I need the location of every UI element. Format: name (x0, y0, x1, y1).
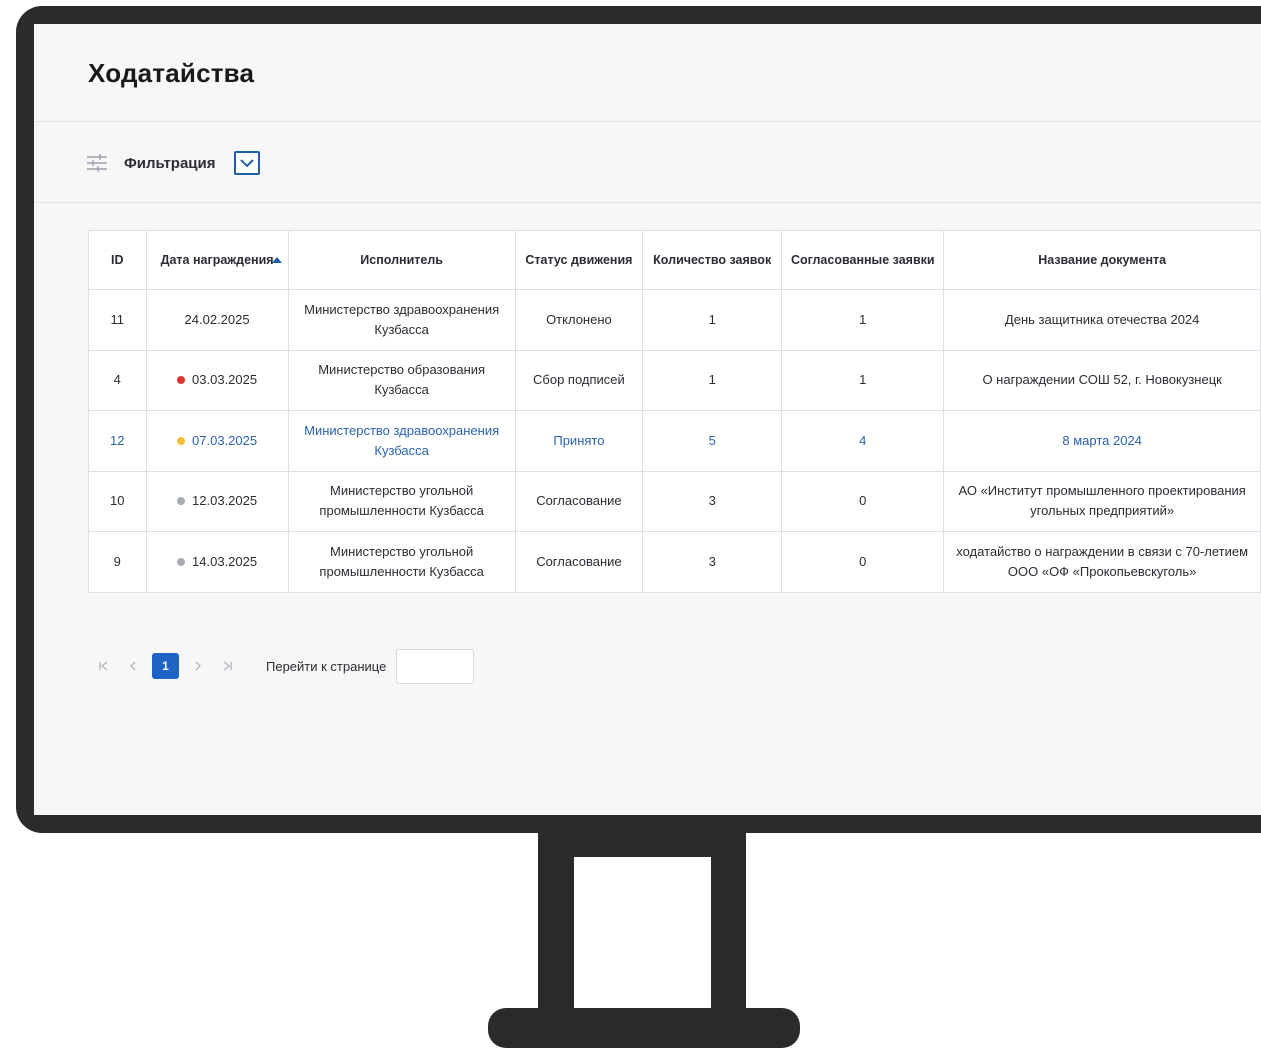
table-row[interactable]: 11 24.02.2025 Министерство здравоохранен… (88, 289, 1261, 351)
status-dot-red-icon (177, 376, 186, 385)
cell-date: 12.03.2025 (145, 470, 289, 532)
cell-count: 3 (642, 470, 783, 532)
cell-date: 24.02.2025 (145, 289, 289, 351)
cell-approved: 1 (781, 289, 945, 351)
petitions-table: ID Дата награждения Исполнитель Статус д… (88, 230, 1261, 593)
status-dot-yellow-icon (177, 436, 186, 445)
status-dot-gray-icon (177, 497, 186, 506)
page-button-current[interactable]: 1 (152, 653, 179, 679)
cell-status: Отклонено (514, 289, 644, 351)
app-screen: Ходатайства Фильтрация ID Дата награжден… (34, 24, 1261, 815)
cell-status: Согласование (514, 531, 644, 593)
column-header-status[interactable]: Статус движения (514, 230, 644, 290)
column-header-document-name[interactable]: Название документа (943, 230, 1261, 290)
cell-executor: Министерство здравоохранения Кузбасса (287, 410, 516, 472)
cell-id: 11 (88, 289, 147, 351)
goto-page-label: Перейти к странице (266, 658, 387, 674)
cell-id: 10 (88, 470, 147, 532)
cell-approved: 0 (781, 531, 945, 593)
monitor-stand-gap (574, 857, 711, 1017)
cell-id: 4 (88, 349, 147, 411)
filter-expand-button[interactable] (233, 151, 260, 175)
cell-executor: Министерство образования Кузбасса (287, 349, 516, 411)
prev-page-icon[interactable] (123, 656, 143, 676)
cell-count: 1 (642, 289, 783, 351)
column-header-count[interactable]: Количество заявок (642, 230, 783, 290)
filter-divider (34, 202, 1261, 203)
date-value: 24.02.2025 (184, 311, 250, 327)
status-dot-gray-icon (177, 557, 186, 566)
date-value: 14.03.2025 (192, 553, 258, 569)
cell-document-name: О награждении СОШ 52, г. Новокузнецк (943, 349, 1261, 411)
cell-id: 9 (88, 531, 147, 593)
cell-approved: 4 (781, 410, 945, 472)
cell-count: 3 (642, 531, 783, 593)
goto-page-input[interactable] (396, 648, 475, 684)
header-divider (34, 121, 1261, 122)
table-row-selected[interactable]: 12 07.03.2025 Министерство здравоохранен… (88, 410, 1261, 472)
page-title: Ходатайства (88, 58, 255, 88)
cell-executor: Министерство здравоохранения Кузбасса (287, 289, 516, 351)
cell-count: 5 (642, 410, 783, 472)
first-page-icon[interactable] (94, 656, 114, 676)
column-header-date[interactable]: Дата награждения (145, 230, 289, 290)
filter-sliders-icon[interactable] (86, 153, 108, 173)
table-row[interactable]: 10 12.03.2025 Министерство угольной пром… (88, 470, 1261, 532)
table-header-row: ID Дата награждения Исполнитель Статус д… (88, 230, 1261, 290)
table-row[interactable]: 9 14.03.2025 Министерство угольной промы… (88, 531, 1261, 593)
cell-document-name: ходатайство о награждении в связи с 70-л… (943, 531, 1261, 593)
cell-document-name: АО «Институт промышленного проектировани… (943, 470, 1261, 532)
cell-status: Сбор подписей (514, 349, 644, 411)
cell-document-name: День защитника отечества 2024 (943, 289, 1261, 351)
cell-date: 03.03.2025 (145, 349, 289, 411)
cell-date: 07.03.2025 (145, 410, 289, 472)
column-header-date-label: Дата награждения (160, 253, 274, 267)
date-value: 03.03.2025 (192, 372, 258, 388)
filter-label[interactable]: Фильтрация (124, 155, 216, 172)
next-page-icon[interactable] (188, 656, 208, 676)
table-row[interactable]: 4 03.03.2025 Министерство образования Ку… (88, 349, 1261, 411)
filter-bar: Фильтрация (86, 148, 260, 178)
monitor-stand-base (488, 1008, 800, 1048)
cell-approved: 0 (781, 470, 945, 532)
column-header-id[interactable]: ID (88, 230, 147, 290)
cell-executor: Министерство угольной промышленности Куз… (287, 470, 516, 532)
column-header-approved[interactable]: Согласованные заявки (781, 230, 945, 290)
date-value: 12.03.2025 (192, 493, 258, 509)
cell-id: 12 (88, 410, 147, 472)
sort-ascending-icon[interactable] (271, 257, 282, 263)
last-page-icon[interactable] (217, 656, 237, 676)
cell-document-name: 8 марта 2024 (943, 410, 1261, 472)
cell-status: Согласование (514, 470, 644, 532)
cell-count: 1 (642, 349, 783, 411)
cell-status: Принято (514, 410, 644, 472)
cell-date: 14.03.2025 (145, 531, 289, 593)
column-header-executor[interactable]: Исполнитель (287, 230, 516, 290)
date-value: 07.03.2025 (192, 432, 258, 448)
chevron-down-icon (239, 159, 254, 168)
cell-executor: Министерство угольной промышленности Куз… (287, 531, 516, 593)
cell-approved: 1 (781, 349, 945, 411)
pagination: 1 Перейти к странице (94, 646, 475, 686)
